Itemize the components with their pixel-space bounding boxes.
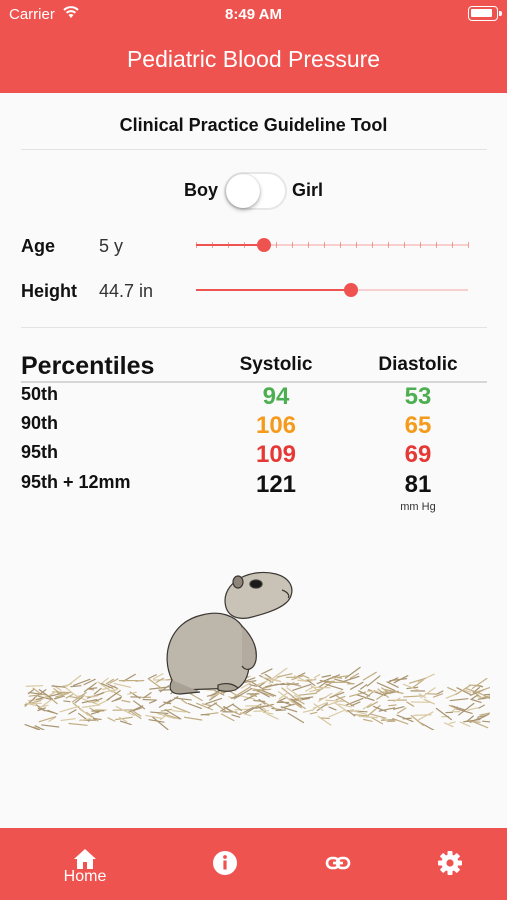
diastolic-value: 65 bbox=[404, 412, 432, 439]
slider-tick bbox=[452, 242, 453, 248]
slider-tick bbox=[404, 242, 405, 248]
systolic-value: 109 bbox=[255, 441, 297, 468]
height-label: Height bbox=[21, 281, 77, 301]
systolic-value: 106 bbox=[255, 412, 297, 439]
percentile-label: 95th bbox=[21, 442, 59, 462]
diastolic-value: 81 bbox=[404, 471, 432, 498]
slider-tick bbox=[372, 242, 373, 248]
boy-label: Boy bbox=[184, 180, 219, 200]
straw-bed bbox=[24, 666, 502, 733]
age-slider-thumb[interactable] bbox=[257, 238, 271, 252]
link-icon bbox=[325, 856, 351, 870]
tab-settings[interactable] bbox=[410, 828, 490, 900]
age-slider-fill bbox=[196, 244, 264, 246]
sex-switch[interactable] bbox=[224, 172, 287, 210]
tab-home-label: Home bbox=[63, 868, 107, 885]
percentiles-heading: Percentiles bbox=[21, 352, 155, 380]
height-slider-thumb[interactable] bbox=[344, 283, 359, 297]
status-bar: Carrier 8:49 AM bbox=[0, 0, 507, 28]
prairie-dog bbox=[166, 571, 293, 695]
clock: 8:49 AM bbox=[225, 6, 282, 23]
tab-links[interactable] bbox=[298, 828, 378, 900]
info-icon bbox=[213, 851, 237, 875]
percentile-label: 50th bbox=[21, 384, 59, 404]
diastolic-heading: Diastolic bbox=[378, 354, 458, 375]
slider-tick bbox=[340, 242, 341, 248]
height-slider[interactable] bbox=[196, 280, 468, 300]
tab-bar: Home bbox=[0, 828, 507, 900]
systolic-heading: Systolic bbox=[239, 354, 313, 375]
table-row: 95th 109 69 bbox=[21, 441, 487, 472]
switch-knob[interactable] bbox=[226, 174, 260, 208]
app-title: Pediatric Blood Pressure bbox=[126, 46, 381, 72]
height-slider-fill bbox=[196, 289, 352, 291]
age-label: Age bbox=[21, 236, 56, 256]
slider-tick bbox=[356, 242, 357, 248]
slider-tick bbox=[308, 242, 309, 248]
table-row: 95th + 12mm 121 81 bbox=[21, 471, 487, 502]
slider-tick bbox=[276, 242, 277, 248]
slider-tick bbox=[292, 242, 293, 248]
battery-icon bbox=[468, 6, 502, 21]
gear-icon bbox=[438, 851, 462, 875]
tab-home[interactable]: Home bbox=[45, 828, 125, 900]
percentile-label: 95th + 12mm bbox=[21, 472, 131, 492]
navigation-bar: Carrier 8:49 AM Pediatric Blood Pressure bbox=[0, 0, 507, 93]
table-row: 50th 94 53 bbox=[21, 383, 487, 414]
height-value: 44.7 in bbox=[99, 281, 154, 301]
unit-label: mm Hg bbox=[400, 501, 436, 513]
slider-tick bbox=[388, 242, 389, 248]
age-slider[interactable] bbox=[196, 235, 469, 255]
prairie-dog-illustration bbox=[20, 560, 502, 733]
table-row: 90th 106 65 bbox=[21, 412, 487, 443]
age-value: 5 y bbox=[99, 236, 124, 256]
percentile-label: 90th bbox=[21, 413, 59, 433]
slider-tick bbox=[468, 242, 469, 248]
slider-tick bbox=[324, 242, 325, 248]
girl-label: Girl bbox=[292, 180, 324, 200]
slider-tick bbox=[420, 242, 421, 248]
diastolic-value: 53 bbox=[404, 383, 432, 410]
divider bbox=[21, 149, 487, 150]
slider-tick bbox=[436, 242, 437, 248]
systolic-value: 94 bbox=[262, 383, 290, 410]
tab-info[interactable] bbox=[185, 828, 265, 900]
page-subtitle: Clinical Practice Guideline Tool bbox=[119, 115, 388, 135]
systolic-value: 121 bbox=[255, 471, 297, 498]
divider bbox=[21, 327, 487, 328]
diastolic-value: 69 bbox=[404, 441, 432, 468]
sex-toggle-row: Boy Girl bbox=[0, 171, 507, 211]
